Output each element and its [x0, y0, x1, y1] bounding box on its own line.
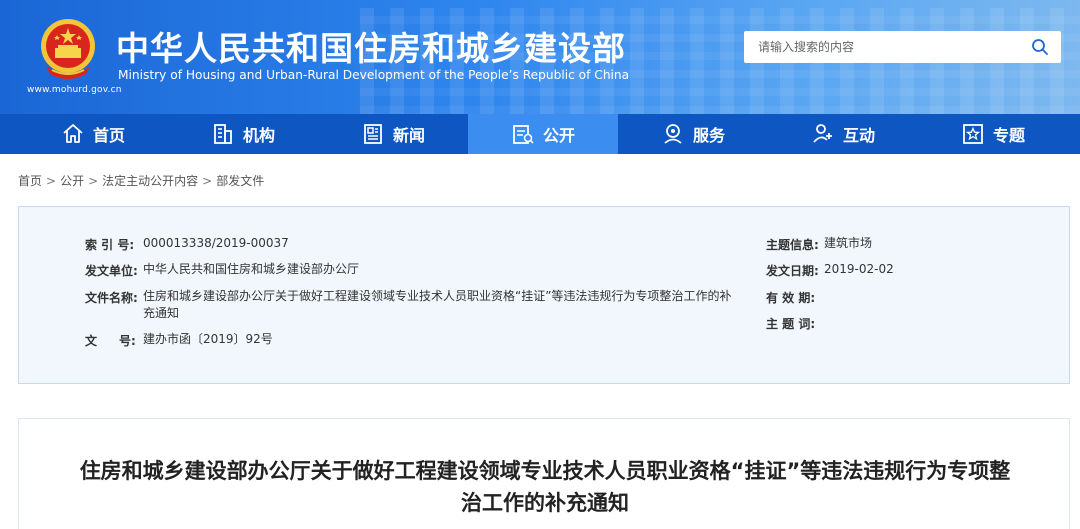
filename-value: 住房和城乡建设部办公厅关于做好工程建设领域专业技术人员职业资格“挂证”等违法违规… — [143, 289, 732, 320]
service-icon — [664, 124, 682, 144]
breadcrumb-mandatory[interactable]: 法定主动公开内容 — [102, 174, 198, 188]
nav-label: 新闻 — [392, 126, 425, 145]
doc-number-label-2: 号: — [119, 334, 136, 348]
date-value: 2019-02-02 — [824, 262, 894, 276]
breadcrumb-ministry-docs[interactable]: 部发文件 — [216, 174, 264, 188]
date-label: 发文日期: — [766, 264, 819, 278]
topic-value: 建筑市场 — [824, 236, 873, 250]
site-url: www.mohurd.gov.cn — [27, 85, 122, 95]
nav-item-interaction[interactable]: 互动 — [768, 114, 918, 154]
breadcrumb-home[interactable]: 首页 — [18, 174, 42, 188]
doc-number-value: 建办市函〔2019〕92号 — [143, 332, 273, 346]
search-icon[interactable] — [1031, 38, 1049, 56]
document-icon — [513, 125, 534, 144]
breadcrumb: 首页 > 公开 > 法定主动公开内容 > 部发文件 — [18, 172, 264, 189]
nav-item-public[interactable]: 公开 — [468, 114, 618, 154]
article-body: 住房和城乡建设部办公厅关于做好工程建设领域专业技术人员职业资格“挂证”等违法违规… — [18, 418, 1070, 529]
keywords-label: 主 题 词: — [766, 317, 816, 331]
nav-item-home[interactable]: 首页 — [18, 114, 168, 154]
breadcrumb-separator: > — [202, 174, 213, 188]
building-icon — [214, 124, 232, 144]
nav-item-news[interactable]: 新闻 — [318, 114, 468, 154]
breadcrumb-separator: > — [88, 174, 99, 188]
nav-item-institutions[interactable]: 机构 — [168, 114, 318, 154]
interaction-icon — [813, 124, 832, 143]
site-title[interactable]: 中华人民共和国住房和城乡建设部 — [116, 22, 626, 70]
home-icon — [63, 124, 83, 143]
document-info-panel: 索 引 号: 000013338/2019-00037 发文单位: 中华人民共和… — [18, 206, 1070, 384]
breadcrumb-separator: > — [46, 174, 57, 188]
doc-number-label-1: 文 — [85, 334, 98, 348]
filename-label: 文件名称: — [85, 291, 138, 305]
nav-item-services[interactable]: 服务 — [618, 114, 768, 154]
index-number-label: 索 引 号: — [85, 238, 135, 252]
nav-label: 专题 — [992, 126, 1025, 145]
national-emblem-icon[interactable] — [38, 18, 98, 82]
nav-label: 公开 — [542, 126, 575, 145]
main-nav: 首页 机构 新闻 公开 服务 互动 专题 — [0, 114, 1080, 154]
site-header: www.mohurd.gov.cn 中华人民共和国住房和城乡建设部 Minist… — [0, 0, 1080, 114]
nav-label: 机构 — [242, 126, 275, 145]
nav-label: 服务 — [692, 126, 725, 145]
topic-label: 主题信息: — [766, 238, 819, 252]
breadcrumb-public[interactable]: 公开 — [60, 174, 84, 188]
issuer-label: 发文单位: — [85, 264, 138, 278]
nav-label: 互动 — [842, 126, 875, 145]
search-input[interactable] — [744, 31, 1014, 63]
search-box — [744, 31, 1061, 63]
newspaper-icon — [364, 124, 382, 144]
index-number-value: 000013338/2019-00037 — [143, 236, 289, 250]
star-icon — [963, 124, 983, 144]
nav-item-topics[interactable]: 专题 — [918, 114, 1068, 154]
site-subtitle: Ministry of Housing and Urban-Rural Deve… — [118, 68, 630, 82]
validity-label: 有 效 期: — [766, 291, 816, 305]
issuer-value: 中华人民共和国住房和城乡建设部办公厅 — [143, 262, 360, 276]
nav-label: 首页 — [92, 126, 125, 145]
article-title: 住房和城乡建设部办公厅关于做好工程建设领域专业技术人员职业资格“挂证”等违法违规… — [79, 459, 1011, 515]
